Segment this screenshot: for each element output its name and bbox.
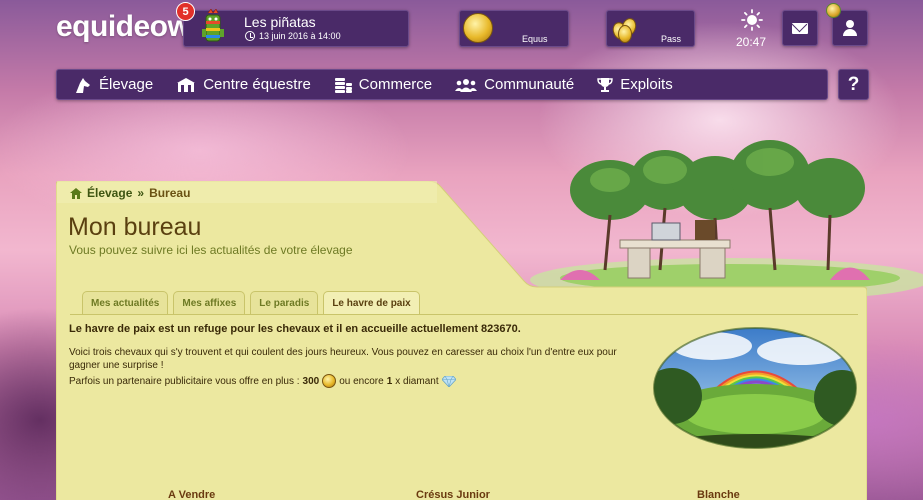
equus-label: Equus <box>522 34 548 44</box>
partner-count: 1 <box>386 375 393 387</box>
havre-rainbow-illustration <box>653 327 857 449</box>
office-tabs: Mes actualités Mes affixes Le paradis Le… <box>82 291 420 315</box>
nav-item-communaute[interactable]: Communauté <box>455 76 574 93</box>
partner-middle: ou encore <box>339 375 384 387</box>
sun-icon <box>741 9 763 31</box>
page-subtitle: Vous pouvez suivre ici les actualités de… <box>69 243 353 257</box>
horse-name-1[interactable]: A Vendre <box>168 489 215 500</box>
event-title[interactable]: Les piñatas <box>244 14 316 30</box>
pass-coins-icon <box>610 13 640 43</box>
nav-item-commerce[interactable]: Commerce <box>334 76 432 93</box>
pass-label: Pass <box>661 34 682 44</box>
partner-prefix: Parfois un partenaire publicitaire vous … <box>69 375 300 387</box>
event-date: 13 juin 2016 à 14:00 <box>245 31 341 41</box>
partner-suffix: x diamant <box>395 375 439 387</box>
help-button[interactable]: ? <box>838 69 869 100</box>
partner-offer-line: Parfois un partenaire publicitaire vous … <box>69 374 456 388</box>
event-count-badge: 5 <box>176 2 195 21</box>
breadcrumb-elevage-link[interactable]: Élevage <box>87 186 132 200</box>
user-icon <box>842 20 858 36</box>
nav-label-elevage: Élevage <box>99 76 154 93</box>
diamond-icon <box>441 375 456 387</box>
pinata-icon[interactable] <box>196 9 230 47</box>
page-title: Mon bureau <box>68 213 202 241</box>
nav-item-centre-equestre[interactable]: Centre équestre <box>176 76 311 93</box>
mail-icon <box>792 22 808 34</box>
mail-button[interactable] <box>782 10 818 46</box>
main-nav: Élevage Centre équestre Commerce Communa… <box>56 69 828 100</box>
partner-amount: 300 <box>302 375 320 387</box>
horse-head-icon <box>76 77 90 93</box>
horse-name-3[interactable]: Blanche <box>697 489 740 500</box>
nav-label-centre-equestre: Centre équestre <box>203 76 311 93</box>
breadcrumb: Élevage » Bureau <box>70 186 190 200</box>
equideow-logo[interactable]: equideow <box>56 10 191 44</box>
nav-label-commerce: Commerce <box>358 76 433 93</box>
coins-icon <box>334 77 352 93</box>
tabs-divider <box>70 314 858 315</box>
home-icon[interactable] <box>70 187 82 199</box>
tab-le-havre-de-paix[interactable]: Le havre de paix <box>323 291 420 315</box>
nav-item-exploits[interactable]: Exploits <box>597 76 673 93</box>
tab-le-paradis[interactable]: Le paradis <box>250 291 319 315</box>
nav-label-exploits: Exploits <box>620 76 673 93</box>
breadcrumb-separator: » <box>137 186 145 200</box>
community-icon <box>455 78 478 92</box>
equus-coin-icon <box>463 13 493 43</box>
stable-icon <box>177 78 196 92</box>
equus-coin-icon <box>322 374 337 388</box>
clock-icon <box>245 31 255 41</box>
tab-mes-affixes[interactable]: Mes affixes <box>173 291 246 315</box>
user-level-badge-icon <box>826 3 841 18</box>
breadcrumb-current: Bureau <box>149 186 191 200</box>
event-date-text: 13 juin 2016 à 14:00 <box>259 31 341 41</box>
havre-lead-text: Le havre de paix est un refuge pour les … <box>69 323 521 335</box>
nav-label-communaute: Communauté <box>484 76 575 93</box>
clock-time: 20:47 <box>736 35 767 49</box>
tab-mes-actualites[interactable]: Mes actualités <box>82 291 169 315</box>
horse-name-2[interactable]: Crésus Junior <box>416 489 490 500</box>
havre-body-text: Voici trois chevaux qui s'y trouvent et … <box>69 347 617 371</box>
trophy-icon <box>597 77 613 92</box>
nav-item-elevage[interactable]: Élevage <box>74 76 153 93</box>
